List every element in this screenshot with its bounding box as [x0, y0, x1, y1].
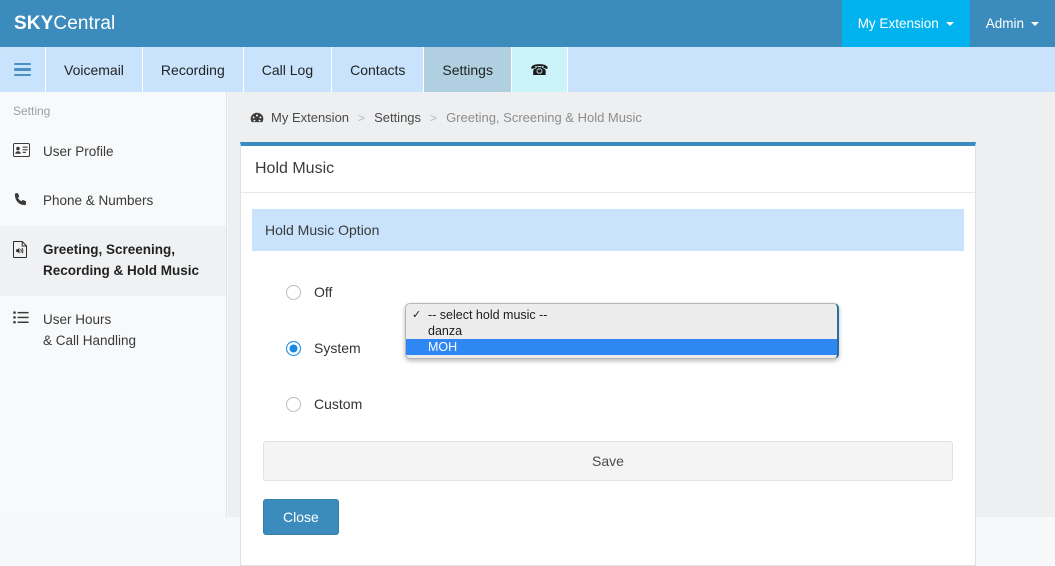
hold-music-option-header: Hold Music Option — [252, 209, 964, 251]
radio-option-off-label: Off — [314, 284, 333, 300]
phone-handset-icon: ☎ — [529, 61, 549, 79]
sidebar-item-greeting-line1: Greeting, Screening, — [43, 241, 176, 257]
breadcrumb: My Extension > Settings > Greeting, Scre… — [228, 92, 1055, 125]
main-navbar: Voicemail Recording Call Log Contacts Se… — [0, 47, 1055, 92]
dropdown-option-danza[interactable]: danza — [406, 323, 837, 339]
nav-tab-dialer[interactable]: ☎ — [511, 47, 568, 92]
panel-header: Hold Music — [241, 146, 975, 193]
hamburger-menu-icon — [14, 60, 31, 80]
hamburger-menu-button[interactable] — [0, 47, 46, 92]
panel-body: Hold Music Option Off System Custom Save… — [241, 193, 975, 565]
caret-down-icon — [1031, 21, 1039, 26]
nav-tab-call-log[interactable]: Call Log — [244, 47, 333, 92]
nav-tab-settings[interactable]: Settings — [424, 47, 512, 92]
settings-sidebar: Setting User Profile Phone & Numbers Gre… — [0, 92, 227, 517]
header-menu-my-extension[interactable]: My Extension — [841, 0, 970, 47]
dropdown-option-placeholder-label: -- select hold music -- — [428, 308, 548, 322]
dropdown-option-moh-label: MOH — [428, 340, 458, 354]
panel-footer-spacer — [252, 535, 964, 551]
check-icon: ✓ — [412, 309, 422, 321]
hold-music-select-dropdown[interactable]: ✓ -- select hold music -- danza MOH — [405, 303, 839, 359]
breadcrumb-separator: > — [430, 110, 438, 125]
sidebar-item-greeting-screening[interactable]: Greeting, Screening, Recording & Hold Mu… — [0, 225, 226, 296]
header-menu-my-extension-label: My Extension — [857, 16, 939, 31]
dropdown-option-placeholder[interactable]: ✓ -- select hold music -- — [406, 307, 837, 323]
nav-tab-contacts[interactable]: Contacts — [332, 47, 425, 92]
sidebar-item-phone-numbers-label: Phone & Numbers — [43, 192, 154, 208]
radio-custom-indicator[interactable] — [286, 396, 301, 412]
radio-off-indicator[interactable] — [286, 284, 301, 300]
brand-name-bold: SKY — [14, 12, 54, 34]
app-header: SKY Central My Extension Admin — [0, 0, 1055, 47]
radio-system-indicator[interactable] — [286, 340, 301, 356]
sidebar-item-greeting-line2: Recording & Hold Music — [43, 262, 200, 278]
dropdown-option-moh[interactable]: MOH — [406, 339, 837, 355]
nav-tab-recording[interactable]: Recording — [143, 47, 244, 92]
dropdown-option-danza-label: danza — [428, 324, 463, 338]
header-menu-admin[interactable]: Admin — [970, 0, 1055, 47]
sidebar-item-user-profile-label: User Profile — [43, 144, 114, 159]
sidebar-item-user-hours[interactable]: User Hours & Call Handling — [0, 296, 226, 366]
id-card-icon — [13, 142, 35, 157]
list-icon — [13, 310, 35, 324]
nav-tab-voicemail-label: Voicemail — [64, 61, 124, 78]
nav-tab-settings-label: Settings — [442, 61, 493, 78]
sidebar-title: Setting — [13, 104, 51, 118]
save-button[interactable]: Save — [263, 441, 953, 481]
sidebar-item-phone-numbers[interactable]: Phone & Numbers — [0, 177, 226, 226]
nav-tab-contacts-label: Contacts — [350, 61, 406, 78]
nav-tab-call-log-label: Call Log — [261, 61, 314, 78]
radio-option-system-label: System — [314, 340, 361, 356]
header-menu-admin-label: Admin — [985, 16, 1024, 31]
dashboard-icon — [250, 112, 264, 124]
phone-handset-icon — [13, 191, 35, 207]
breadcrumb-settings[interactable]: Settings — [374, 110, 421, 125]
radio-option-custom[interactable]: Custom — [286, 383, 964, 425]
brand-logo: SKY Central — [0, 0, 842, 47]
audio-file-icon — [13, 240, 35, 258]
breadcrumb-separator: > — [358, 110, 366, 125]
sidebar-item-greeting-screening-label: Greeting, Screening, Recording & Hold Mu… — [43, 240, 199, 282]
brand-name-light: Central — [53, 12, 116, 34]
caret-down-icon — [945, 21, 954, 26]
sidebar-item-user-hours-line1: User Hours — [43, 311, 112, 327]
nav-tab-recording-label: Recording — [160, 61, 225, 78]
close-button[interactable]: Close — [263, 499, 339, 535]
sidebar-item-user-hours-label: User Hours & Call Handling — [43, 310, 136, 352]
page-title: Hold Music — [255, 160, 335, 177]
sidebar-item-user-hours-line2: & Call Handling — [43, 332, 137, 348]
sidebar-item-user-profile[interactable]: User Profile — [0, 128, 226, 177]
breadcrumb-root[interactable]: My Extension — [271, 110, 349, 125]
nav-tab-voicemail[interactable]: Voicemail — [46, 47, 143, 92]
breadcrumb-current: Greeting, Screening & Hold Music — [446, 110, 642, 125]
radio-option-custom-label: Custom — [314, 396, 363, 412]
